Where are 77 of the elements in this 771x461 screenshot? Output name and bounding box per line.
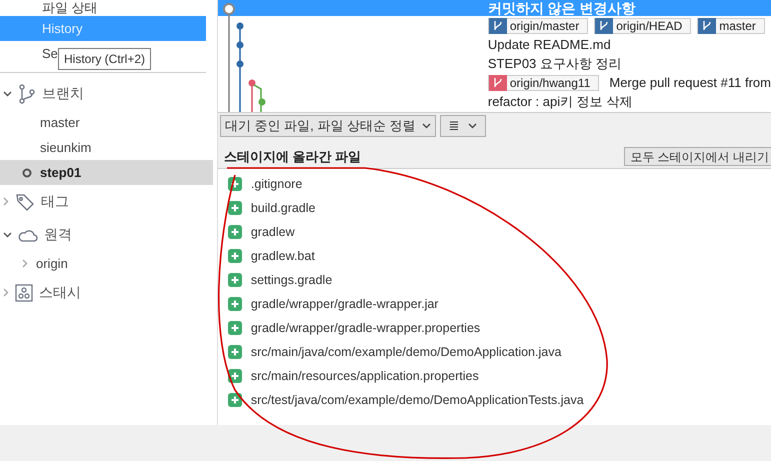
file-row[interactable]: gradle/wrapper/gradle-wrapper.properties [228, 316, 480, 340]
file-row[interactable]: src/main/java/com/example/demo/DemoApplication.java [228, 340, 562, 364]
file-row[interactable]: src/test/java/com/example/demo/DemoApplicationTests.java [228, 388, 584, 412]
stash-icon [15, 284, 33, 302]
commit-row[interactable]: Update README.md [218, 35, 771, 54]
file-row[interactable]: gradlew [228, 220, 295, 244]
file-row[interactable]: gradlew.bat [228, 244, 315, 268]
branch-name: master [40, 114, 80, 132]
added-file-icon [228, 249, 242, 263]
commit-row[interactable]: STEP03 요구사항 정리 [218, 54, 771, 73]
file-row[interactable]: gradle/wrapper/gradle-wrapper.jar [228, 292, 438, 316]
file-path: settings.gradle [250, 272, 332, 289]
branch-name: origin [36, 254, 68, 273]
tag-icon [15, 192, 35, 212]
file-path: .gitignore [250, 176, 302, 193]
added-file-icon [228, 273, 242, 287]
commit-message: 커밋하지 않은 변경사항 [488, 0, 636, 18]
branch-name: step01 [40, 164, 82, 182]
staged-files-title: 스테이지에 올라간 파일 [224, 148, 362, 166]
file-path: src/test/java/com/example/demo/DemoApplicationTests.java [250, 392, 584, 409]
section-label: 원격 [44, 225, 72, 244]
file-path: src/main/java/com/example/demo/DemoApplication.java [250, 344, 562, 361]
section-header[interactable]: 원격 [0, 218, 217, 251]
section-header[interactable]: 태그 [0, 185, 217, 218]
added-file-icon [228, 297, 242, 311]
view-dropdown[interactable]: ≣ [440, 115, 486, 137]
file-path: gradlew.bat [250, 248, 315, 265]
unstage-all-button[interactable]: 모두 스테이지에서 내리기 [624, 147, 771, 166]
branch-name: sieunkim [40, 138, 92, 157]
branch-icon [18, 84, 36, 104]
ref-name: origin/master [510, 18, 580, 34]
added-file-icon [228, 225, 242, 239]
file-path: src/main/resources/application.properties [250, 368, 479, 385]
commit-row[interactable]: origin/master origin/HEAD master [218, 16, 771, 35]
commit-message: STEP03 요구사항 정리 [488, 54, 622, 73]
file-path: gradlew [250, 224, 295, 241]
chevron-right-icon [22, 259, 28, 268]
ref-name: master [719, 18, 756, 34]
nav-item[interactable]: Se [42, 41, 58, 66]
commit-row[interactable]: origin/hwang11 Merge pull request #11 from [218, 73, 771, 92]
section-header[interactable]: 스태시 [0, 276, 217, 309]
branch-item[interactable]: step01 [0, 160, 213, 185]
commit-message: Update README.md [488, 36, 611, 54]
branch-item[interactable]: sieunkim [0, 135, 213, 160]
section-label: 브랜치 [42, 84, 84, 103]
chevron-down-icon [3, 90, 12, 96]
added-file-icon [228, 201, 242, 215]
commit-message: refactor : api키 정보 삭제 [488, 92, 632, 111]
current-branch-icon [22, 168, 32, 178]
file-row[interactable]: src/main/resources/application.properties [228, 364, 479, 388]
nav-item[interactable]: 파일 상태 [42, 0, 98, 16]
chevron-down-icon [3, 232, 12, 238]
file-row[interactable]: build.gradle [228, 196, 316, 220]
branch-item[interactable]: master [0, 110, 213, 135]
section-label: 태그 [41, 192, 69, 211]
chevron-down-icon [468, 123, 477, 129]
sort-dropdown[interactable]: 대기 중인 파일, 파일 상태순 정렬 [220, 115, 436, 137]
file-row[interactable]: .gitignore [228, 172, 302, 196]
section-header[interactable]: 브랜치 [0, 77, 217, 110]
ref-name: origin/HEAD [616, 18, 682, 34]
added-file-icon [228, 345, 242, 359]
cloud-icon [18, 228, 38, 242]
tooltip: History (Ctrl+2) [58, 48, 152, 70]
ref-name: origin/hwang11 [510, 74, 590, 92]
added-file-icon [228, 393, 242, 407]
chevron-right-icon [3, 288, 9, 297]
commit-row[interactable]: refactor : api키 정보 삭제 [218, 92, 771, 111]
branch-item[interactable]: origin [0, 251, 213, 276]
commit-message: Merge pull request #11 from [609, 74, 771, 92]
file-path: build.gradle [250, 200, 316, 217]
chevron-right-icon [3, 197, 9, 206]
file-path: gradle/wrapper/gradle-wrapper.properties [250, 320, 480, 337]
section-label: 스태시 [39, 283, 81, 302]
added-file-icon [228, 321, 242, 335]
file-row[interactable]: settings.gradle [228, 268, 332, 292]
file-path: gradle/wrapper/gradle-wrapper.jar [250, 296, 438, 313]
chevron-down-icon [422, 123, 431, 129]
